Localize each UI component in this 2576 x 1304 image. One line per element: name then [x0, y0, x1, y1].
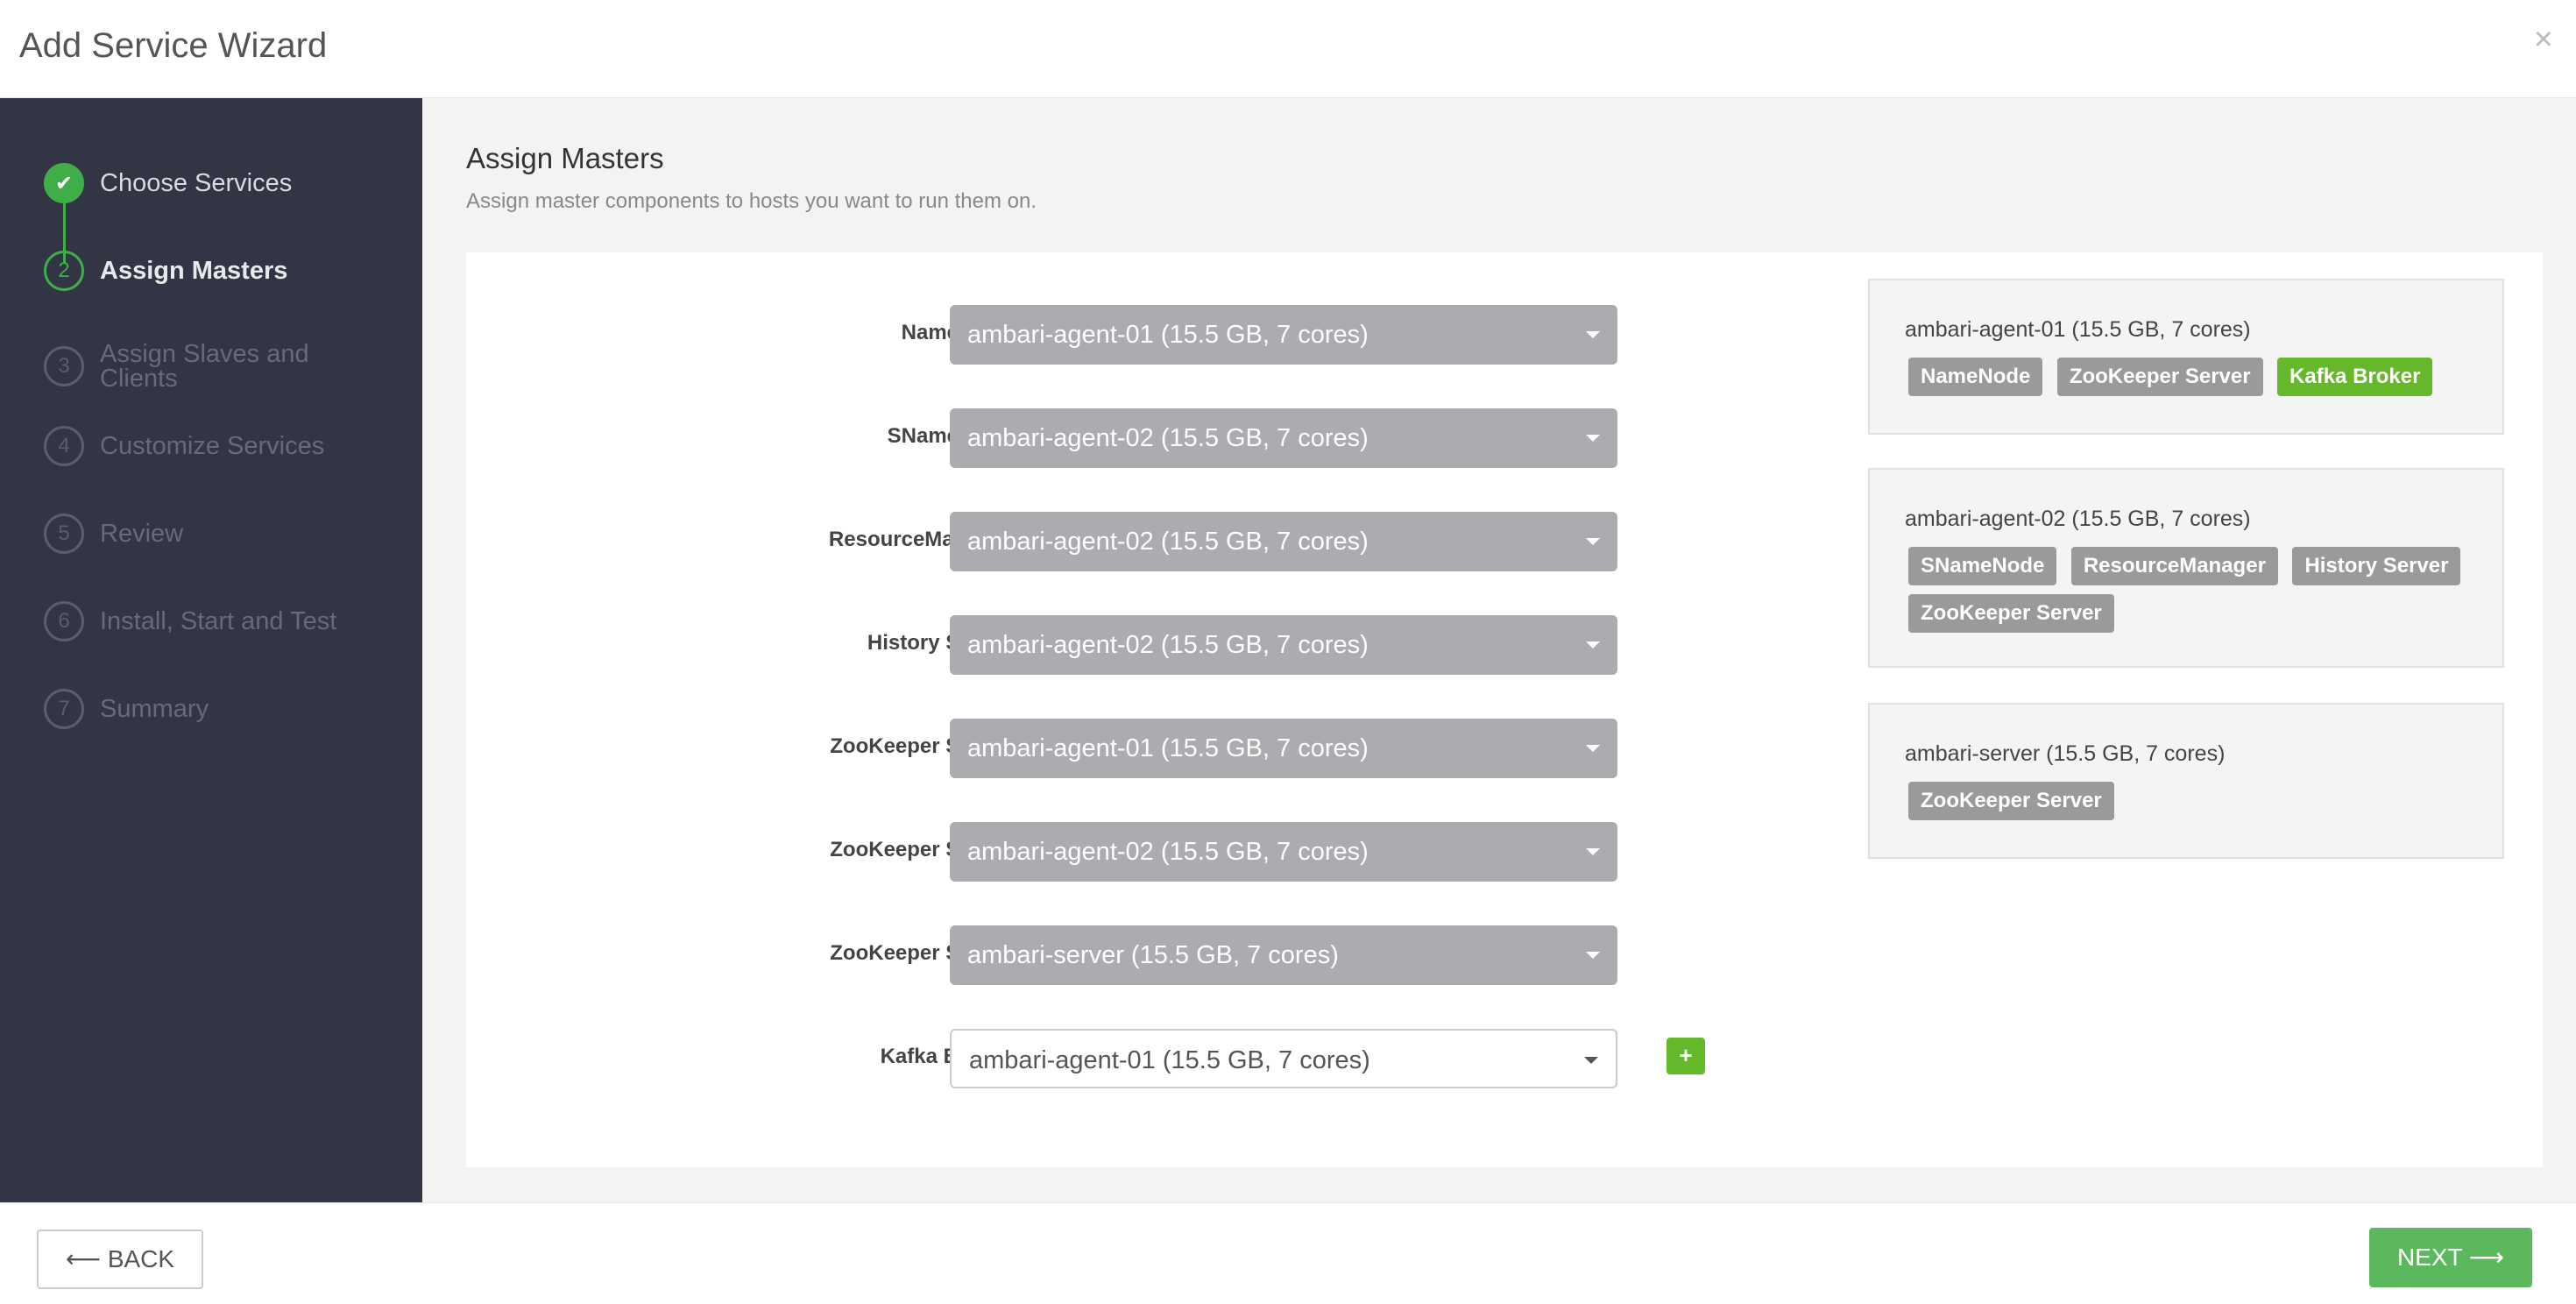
chevron-down-icon	[1586, 435, 1600, 442]
host-card: ambari-agent-01 (15.5 GB, 7 cores) NameN…	[1868, 279, 2504, 435]
component-tag: NameNode	[1908, 358, 2043, 396]
selected-host: ambari-agent-01 (15.5 GB, 7 cores)	[969, 1046, 1370, 1074]
component-tag: SNameNode	[1908, 547, 2057, 585]
page-subtitle: Assign master components to hosts you wa…	[466, 189, 1037, 213]
selected-host: ambari-server (15.5 GB, 7 cores)	[967, 941, 1339, 969]
step-label: Assign Slaves and Clients	[100, 340, 309, 393]
wizard-title: Add Service Wizard	[19, 26, 328, 65]
step-summary: 7 Summary	[44, 687, 412, 731]
assignment-row: ZooKeeper Server: ambari-agent-02 (15.5 …	[466, 822, 1693, 882]
step-assign-masters[interactable]: 2 Assign Masters	[44, 249, 412, 293]
step-label: Customize Services	[100, 432, 325, 460]
selected-host: ambari-agent-01 (15.5 GB, 7 cores)	[967, 321, 1369, 349]
selected-host: ambari-agent-02 (15.5 GB, 7 cores)	[967, 631, 1369, 659]
step-label: Review	[100, 520, 184, 548]
chevron-down-icon	[1586, 952, 1600, 959]
chevron-down-icon	[1584, 1057, 1598, 1064]
chevron-down-icon	[1586, 331, 1600, 338]
component-tag: ZooKeeper Server	[1908, 782, 2114, 820]
wizard-steps-sidebar: ✔ Choose Services 2 Assign Masters 3 Ass…	[0, 98, 422, 1202]
step-label: Choose Services	[100, 169, 293, 197]
next-button[interactable]: NEXT ⟶	[2369, 1228, 2532, 1287]
check-icon: ✔	[44, 163, 84, 203]
main-content: Assign Masters Assign master components …	[422, 98, 2576, 1202]
zookeeper-2-host-select[interactable]: ambari-agent-02 (15.5 GB, 7 cores)	[950, 822, 1617, 882]
selected-host: ambari-agent-01 (15.5 GB, 7 cores)	[967, 734, 1369, 762]
history-server-host-select[interactable]: ambari-agent-02 (15.5 GB, 7 cores)	[950, 615, 1617, 675]
selected-host: ambari-agent-02 (15.5 GB, 7 cores)	[967, 528, 1369, 556]
component-tags: SNameNode ResourceManager History Server…	[1908, 547, 2487, 641]
snamenode-host-select[interactable]: ambari-agent-02 (15.5 GB, 7 cores)	[950, 408, 1617, 468]
step-number: 2	[44, 251, 84, 291]
new-component-tag: Kafka Broker	[2277, 358, 2433, 396]
chevron-down-icon	[1586, 641, 1600, 648]
step-number: 3	[44, 346, 84, 386]
assignment-row: NameNode: ambari-agent-01 (15.5 GB, 7 co…	[466, 305, 1693, 365]
zookeeper-3-host-select[interactable]: ambari-server (15.5 GB, 7 cores)	[950, 925, 1617, 985]
chevron-down-icon	[1586, 745, 1600, 752]
step-customize-services: 4 Customize Services	[44, 424, 412, 468]
assignment-row: ResourceManager: ambari-agent-02 (15.5 G…	[466, 512, 1693, 571]
wizard-header: Add Service Wizard ×	[0, 0, 2576, 98]
close-icon[interactable]: ×	[2534, 23, 2553, 56]
assign-masters-panel: NameNode: ambari-agent-01 (15.5 GB, 7 co…	[466, 252, 2543, 1167]
host-card: ambari-server (15.5 GB, 7 cores) ZooKeep…	[1868, 703, 2504, 859]
assignment-row: History Server: ambari-agent-02 (15.5 GB…	[466, 615, 1693, 675]
selected-host: ambari-agent-02 (15.5 GB, 7 cores)	[967, 838, 1369, 866]
host-name: ambari-agent-02 (15.5 GB, 7 cores)	[1905, 507, 2251, 531]
step-label: Install, Start and Test	[100, 607, 337, 635]
zookeeper-1-host-select[interactable]: ambari-agent-01 (15.5 GB, 7 cores)	[950, 719, 1617, 778]
component-tag: ZooKeeper Server	[2056, 358, 2263, 396]
step-install-start-test: 6 Install, Start and Test	[44, 599, 412, 643]
host-name: ambari-agent-01 (15.5 GB, 7 cores)	[1905, 317, 2251, 342]
assignment-row: ZooKeeper Server: ambari-agent-01 (15.5 …	[466, 719, 1693, 778]
step-review: 5 Review	[44, 512, 412, 556]
host-name: ambari-server (15.5 GB, 7 cores)	[1905, 741, 2226, 766]
step-number: 4	[44, 426, 84, 466]
step-label: Summary	[100, 695, 209, 723]
step-choose-services[interactable]: ✔ Choose Services	[44, 161, 412, 205]
page-title: Assign Masters	[466, 142, 664, 174]
selected-host: ambari-agent-02 (15.5 GB, 7 cores)	[967, 424, 1369, 452]
component-tags: ZooKeeper Server	[1908, 782, 2487, 829]
assignment-row: SNameNode: ambari-agent-02 (15.5 GB, 7 c…	[466, 408, 1693, 468]
kafka-broker-host-select[interactable]: ambari-agent-01 (15.5 GB, 7 cores)	[950, 1029, 1617, 1088]
back-button[interactable]: ⟵ BACK	[37, 1230, 203, 1289]
component-tag: ResourceManager	[2070, 547, 2278, 585]
step-number: 5	[44, 514, 84, 554]
namenode-host-select[interactable]: ambari-agent-01 (15.5 GB, 7 cores)	[950, 305, 1617, 365]
chevron-down-icon	[1586, 848, 1600, 855]
wizard-footer: ⟵ BACK NEXT ⟶	[0, 1202, 2576, 1304]
step-number: 7	[44, 689, 84, 729]
assignment-row: ZooKeeper Server: ambari-server (15.5 GB…	[466, 925, 1693, 985]
add-kafka-broker-button[interactable]: +	[1667, 1038, 1705, 1074]
assignment-row: Kafka Broker: ambari-agent-01 (15.5 GB, …	[466, 1029, 1705, 1088]
step-assign-slaves: 3 Assign Slaves and Clients	[44, 331, 412, 401]
host-card: ambari-agent-02 (15.5 GB, 7 cores) SName…	[1868, 468, 2504, 668]
component-tag: History Server	[2292, 547, 2461, 585]
component-tag: ZooKeeper Server	[1908, 594, 2114, 633]
chevron-down-icon	[1586, 538, 1600, 545]
step-number: 6	[44, 601, 84, 641]
component-tags: NameNode ZooKeeper Server Kafka Broker	[1908, 358, 2487, 405]
resourcemanager-host-select[interactable]: ambari-agent-02 (15.5 GB, 7 cores)	[950, 512, 1617, 571]
step-label: Assign Masters	[100, 257, 288, 285]
